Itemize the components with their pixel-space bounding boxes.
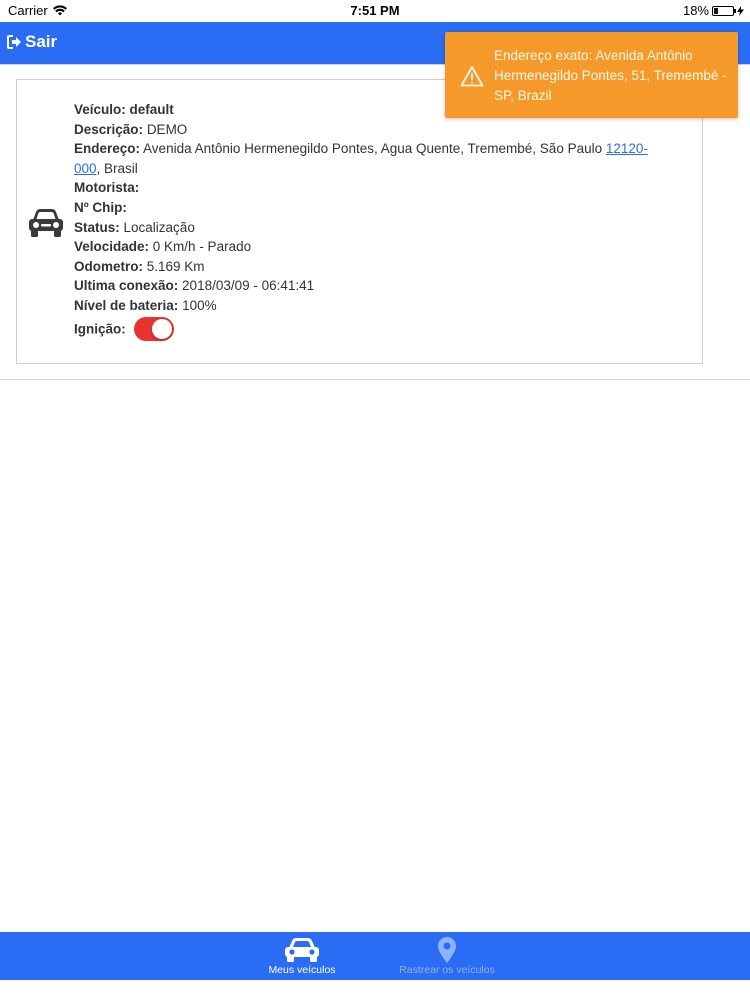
map-pin-icon <box>438 937 456 963</box>
address-value: Avenida Antônio Hermenegildo Pontes, Agu… <box>143 141 603 157</box>
driver-row: Motorista: <box>74 180 140 196</box>
description-row: Descrição: DEMO <box>74 121 188 137</box>
logout-label: Sair <box>25 32 58 51</box>
carrier-indicator: Carrier <box>8 3 67 18</box>
home-indicator-area <box>0 980 750 1000</box>
tab-track-vehicles-label: Rastrear os veículos <box>399 964 495 976</box>
battery-level-value: 100% <box>182 297 217 313</box>
tab-track-vehicles[interactable]: Rastrear os veículos <box>372 932 522 980</box>
car-icon <box>285 938 319 962</box>
vehicle-card[interactable]: Veículo: default Descrição: DEMO Endereç… <box>16 79 703 364</box>
toggle-knob <box>151 318 172 339</box>
last-connection-value: 2018/03/09 - 06:41:41 <box>182 278 315 294</box>
status-row: Status: Localização <box>74 219 195 235</box>
charging-bolt-icon <box>737 5 744 16</box>
car-icon <box>29 209 63 237</box>
carrier-name: Carrier <box>8 3 48 18</box>
address-country: , Brasil <box>96 160 138 176</box>
status-bar: Carrier 7:51 PM 18% <box>0 0 750 22</box>
chip-row: Nº Chip: <box>74 199 127 215</box>
clock: 7:51 PM <box>350 3 400 18</box>
speed-value: 0 Km/h - Parado <box>152 239 252 255</box>
tab-my-vehicles-label: Meus veículos <box>268 964 336 976</box>
battery-percent: 18% <box>682 3 709 18</box>
logout-button[interactable]: Sair <box>7 32 57 52</box>
warning-icon <box>460 66 484 87</box>
battery-indicator: 18% <box>683 3 744 18</box>
address-toast[interactable]: Endereço exato: Avenida Antônio Hermeneg… <box>445 32 738 118</box>
tab-my-vehicles[interactable]: Meus veículos <box>227 932 377 980</box>
odometer-value: 5.169 Km <box>146 258 205 274</box>
last-connection-row: Ultima conexão: 2018/03/09 - 06:41:41 <box>74 278 315 294</box>
speed-row: Velocidade: 0 Km/h - Parado <box>74 239 252 255</box>
battery-level-row: Nível de bateria: 100% <box>74 297 217 313</box>
battery-icon <box>712 5 736 16</box>
ignition-toggle[interactable] <box>133 316 174 341</box>
sign-out-icon <box>7 35 21 49</box>
vehicle-name: default <box>129 102 174 117</box>
description-value: DEMO <box>146 121 188 137</box>
address-row: Endereço: Avenida Antônio Hermenegildo P… <box>74 141 648 176</box>
odometer-row: Odometro: 5.169 Km <box>74 258 205 274</box>
tab-bar: Meus veículos Rastrear os veículos <box>0 932 750 980</box>
status-value: Localização <box>123 219 195 235</box>
vehicle-details: Veículo: default Descrição: DEMO Endereç… <box>74 100 674 342</box>
wifi-icon <box>52 5 67 16</box>
ignition-row: Ignição: <box>74 316 674 342</box>
content-divider <box>0 379 750 380</box>
toast-message: Endereço exato: Avenida Antônio Hermeneg… <box>494 48 727 103</box>
